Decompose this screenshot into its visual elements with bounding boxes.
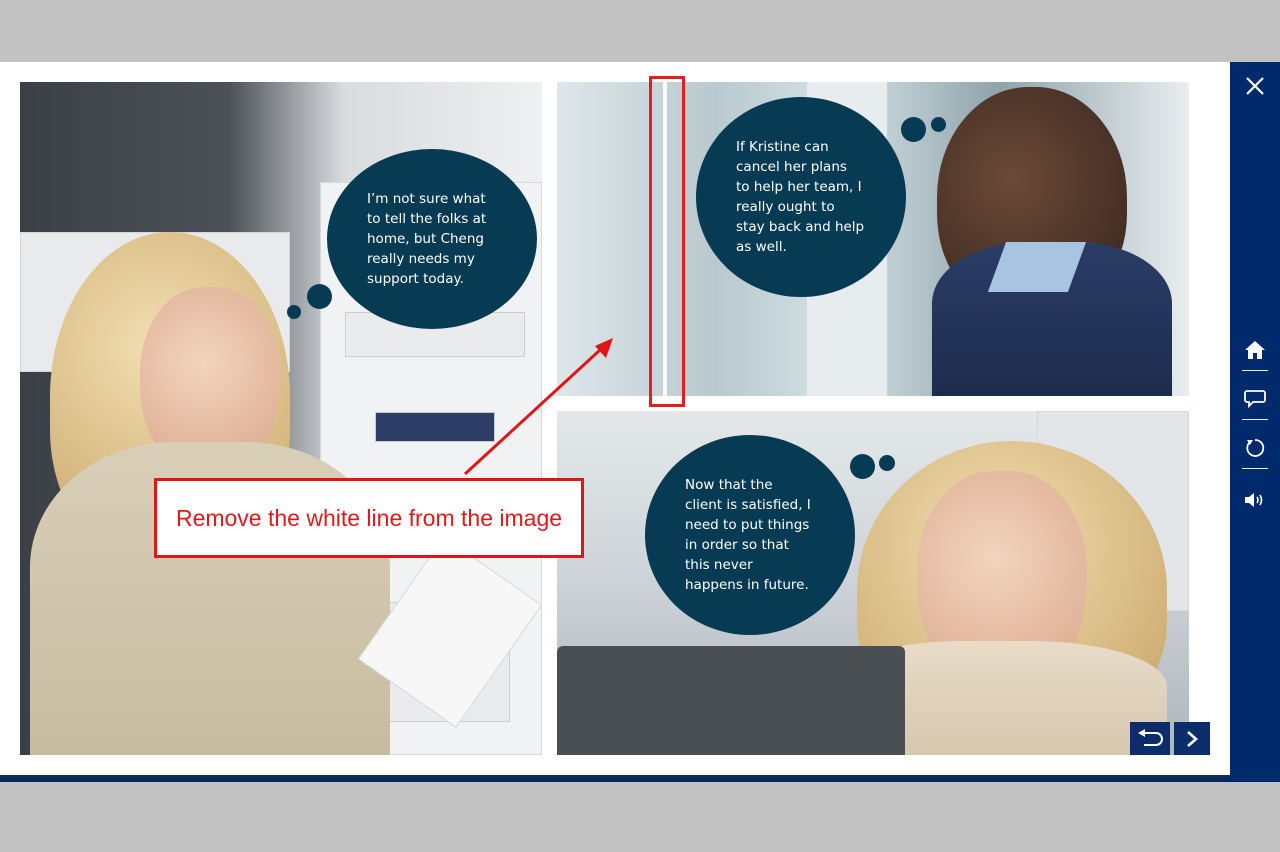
replay-button[interactable] [1230,434,1280,462]
back-button[interactable] [1130,722,1170,755]
annotation-highlight-box [649,76,685,407]
back-icon [1138,728,1163,746]
thought-dot [850,454,875,479]
speech-bubble-top-right: If Kristine can cancel her plans to help… [696,97,906,297]
thought-dot [901,117,926,142]
home-button[interactable] [1230,336,1280,364]
footer-strip [0,775,1280,782]
speech-bubble-bottom-right: Now that the client is satisfied, I need… [645,435,855,635]
speech-bubble-left: I’m not sure what to tell the folks at h… [327,149,537,329]
replay-icon [1246,439,1265,457]
next-icon [1187,730,1198,747]
speech-bubble-left-text: I’m not sure what to tell the folks at h… [367,191,487,287]
laptop [557,646,905,755]
close-icon [1246,77,1264,95]
book-stack [375,412,495,442]
sidebar [1230,62,1280,782]
close-button[interactable] [1230,68,1280,104]
speech-bubble-top-right-text: If Kristine can cancel her plans to help… [736,139,865,255]
thought-dot [307,284,332,309]
annotation-callout: Remove the white line from the image [154,478,584,558]
home-icon [1245,341,1265,359]
volume-button[interactable] [1230,486,1280,514]
chat-button[interactable] [1230,385,1280,413]
sidebar-divider [1242,468,1268,469]
volume-icon [1245,493,1263,507]
thought-dot [931,117,946,132]
sidebar-divider [1242,370,1268,371]
chat-icon [1244,390,1266,409]
thought-dot [287,305,301,319]
thought-dot [879,455,895,471]
sidebar-divider [1242,419,1268,420]
next-button[interactable] [1174,722,1210,755]
speech-bubble-bottom-right-text: Now that the client is satisfied, I need… [685,477,811,593]
